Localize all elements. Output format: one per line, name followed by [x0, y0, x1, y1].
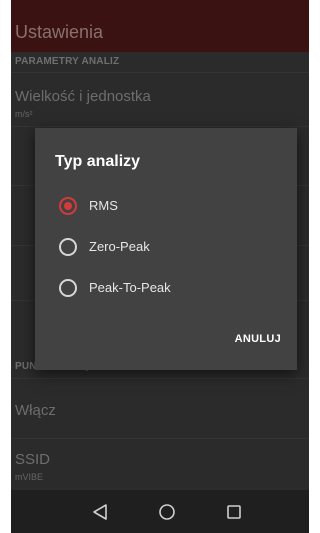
cancel-button[interactable]: ANULUJ	[231, 327, 285, 351]
phone-screen: Ustawienia PARAMETRY ANALIZ Wielkość i j…	[11, 0, 309, 533]
option-zero-peak-label: Zero-Peak	[89, 239, 150, 254]
radio-checked-icon[interactable]	[59, 197, 77, 215]
option-rms-label: RMS	[89, 198, 118, 213]
option-peak-to-peak[interactable]: Peak-To-Peak	[35, 268, 297, 308]
analysis-type-dialog: Typ analizy RMS Zero-Peak Peak-To-Peak A…	[35, 128, 297, 370]
option-rms[interactable]: RMS	[35, 186, 297, 226]
navigation-bar	[11, 490, 309, 533]
back-triangle-icon[interactable]	[88, 500, 112, 524]
option-zero-peak[interactable]: Zero-Peak	[35, 227, 297, 267]
recents-square-icon[interactable]	[222, 500, 246, 524]
dialog-title: Typ analizy	[55, 153, 141, 170]
radio-unchecked-icon[interactable]	[59, 279, 77, 297]
home-circle-icon[interactable]	[155, 500, 179, 524]
radio-unchecked-icon[interactable]	[59, 238, 77, 256]
option-peak-to-peak-label: Peak-To-Peak	[89, 280, 171, 295]
